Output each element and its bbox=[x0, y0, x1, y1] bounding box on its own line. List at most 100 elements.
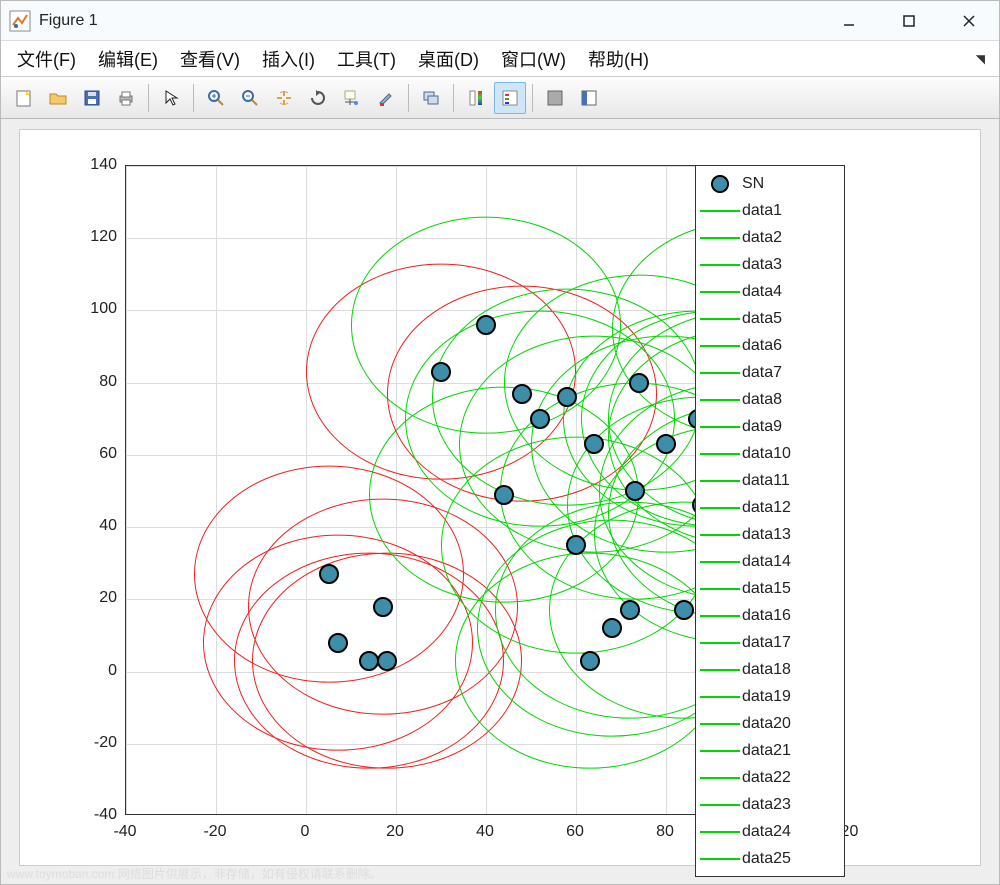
colorbar-button[interactable] bbox=[460, 82, 492, 114]
legend[interactable]: SN data1data2data3data4data5data6 data7 da… bbox=[695, 165, 845, 877]
line-swatch-icon bbox=[700, 804, 740, 806]
legend-entry[interactable]: data17 bbox=[698, 629, 842, 656]
sn-node[interactable] bbox=[377, 651, 397, 671]
legend-label: data16 bbox=[742, 607, 791, 625]
sn-node[interactable] bbox=[328, 633, 348, 653]
sn-node[interactable] bbox=[373, 597, 393, 617]
legend-entry[interactable]: data19 bbox=[698, 683, 842, 710]
toolbar-separator bbox=[453, 84, 454, 112]
brush-button[interactable] bbox=[370, 82, 402, 114]
legend-entry[interactable]: data25 bbox=[698, 845, 842, 872]
edit-plot-button[interactable] bbox=[155, 82, 187, 114]
legend-entry[interactable]: data23 bbox=[698, 791, 842, 818]
legend-entry[interactable]: data14 bbox=[698, 548, 842, 575]
hide-plot-tools-button[interactable] bbox=[539, 82, 571, 114]
y-tick-label: 140 bbox=[57, 156, 117, 174]
legend-entry[interactable]: data24 bbox=[698, 818, 842, 845]
sn-node[interactable] bbox=[431, 362, 451, 382]
legend-entry[interactable]: data8 bbox=[698, 386, 842, 413]
x-tick-label: 20 bbox=[370, 823, 420, 841]
sn-node[interactable] bbox=[602, 618, 622, 638]
sn-node[interactable] bbox=[620, 600, 640, 620]
line-swatch-icon bbox=[700, 561, 740, 563]
legend-entry[interactable]: data18 bbox=[698, 656, 842, 683]
maximize-button[interactable] bbox=[879, 1, 939, 41]
menu-file[interactable]: 文件(F) bbox=[9, 43, 84, 75]
legend-entry-sn[interactable]: SN bbox=[698, 170, 842, 197]
line-swatch-icon bbox=[700, 399, 740, 401]
legend-label: data17 bbox=[742, 634, 791, 652]
save-button[interactable] bbox=[76, 82, 108, 114]
plot-area: -40-20020406080100120140 -40-20020406080… bbox=[1, 119, 999, 884]
legend-entry[interactable]: data13 bbox=[698, 521, 842, 548]
zoom-in-button[interactable] bbox=[200, 82, 232, 114]
legend-entry[interactable]: data7 bbox=[698, 359, 842, 386]
sn-node[interactable] bbox=[557, 387, 577, 407]
sn-node[interactable] bbox=[584, 434, 604, 454]
menu-view[interactable]: 查看(V) bbox=[172, 43, 248, 75]
sn-node[interactable] bbox=[319, 564, 339, 584]
legend-entry[interactable]: data4 bbox=[698, 278, 842, 305]
legend-label: data9 bbox=[742, 418, 782, 436]
menu-tools[interactable]: 工具(T) bbox=[329, 43, 404, 75]
menu-insert[interactable]: 插入(I) bbox=[254, 43, 323, 75]
sn-node[interactable] bbox=[476, 315, 496, 335]
legend-entry[interactable]: data6 bbox=[698, 332, 842, 359]
menu-window[interactable]: 窗口(W) bbox=[493, 43, 574, 75]
sn-node[interactable] bbox=[629, 373, 649, 393]
legend-label: data7 bbox=[742, 364, 782, 382]
menu-help[interactable]: 帮助(H) bbox=[580, 43, 657, 75]
x-tick-label: 80 bbox=[640, 823, 690, 841]
zoom-out-button[interactable] bbox=[234, 82, 266, 114]
data-cursor-button[interactable] bbox=[336, 82, 368, 114]
axes-container: -40-20020406080100120140 -40-20020406080… bbox=[19, 129, 981, 866]
menu-edit[interactable]: 编辑(E) bbox=[90, 43, 166, 75]
legend-button[interactable] bbox=[494, 82, 526, 114]
legend-entry[interactable]: data10 bbox=[698, 440, 842, 467]
legend-entry[interactable]: data20 bbox=[698, 710, 842, 737]
legend-entry[interactable]: data1 bbox=[698, 197, 842, 224]
close-button[interactable] bbox=[939, 1, 999, 41]
legend-entry[interactable]: data12 bbox=[698, 494, 842, 521]
menubar: 文件(F) 编辑(E) 查看(V) 插入(I) 工具(T) 桌面(D) 窗口(W… bbox=[1, 41, 999, 77]
legend-label: data22 bbox=[742, 769, 791, 787]
legend-entry[interactable]: data21 bbox=[698, 737, 842, 764]
legend-entry[interactable]: data15 bbox=[698, 575, 842, 602]
minimize-button[interactable] bbox=[819, 1, 879, 41]
menu-desktop[interactable]: 桌面(D) bbox=[410, 43, 487, 75]
sn-node[interactable] bbox=[656, 434, 676, 454]
sn-node[interactable] bbox=[625, 481, 645, 501]
sn-node[interactable] bbox=[512, 384, 532, 404]
y-tick-label: -20 bbox=[57, 734, 117, 752]
sn-node[interactable] bbox=[494, 485, 514, 505]
rotate-button[interactable] bbox=[302, 82, 334, 114]
legend-entry[interactable]: data16 bbox=[698, 602, 842, 629]
pan-button[interactable] bbox=[268, 82, 300, 114]
legend-label: data18 bbox=[742, 661, 791, 679]
show-plot-tools-button[interactable] bbox=[573, 82, 605, 114]
legend-entry[interactable]: data3 bbox=[698, 251, 842, 278]
axes[interactable]: -40-20020406080100120140 -40-20020406080… bbox=[125, 165, 845, 815]
figure-window: Figure 1 文件(F) 编辑(E) 查看(V) 插入(I) 工具(T) 桌… bbox=[0, 0, 1000, 885]
link-button[interactable] bbox=[415, 82, 447, 114]
legend-entry[interactable]: data11 bbox=[698, 467, 842, 494]
legend-label: SN bbox=[742, 175, 764, 193]
line-swatch-icon bbox=[700, 372, 740, 374]
legend-entry[interactable]: data22 bbox=[698, 764, 842, 791]
line-swatch-icon bbox=[700, 507, 740, 509]
sn-node[interactable] bbox=[530, 409, 550, 429]
legend-entry[interactable]: data2 bbox=[698, 224, 842, 251]
legend-label: data21 bbox=[742, 742, 791, 760]
legend-entry[interactable]: data9 bbox=[698, 413, 842, 440]
line-swatch-icon bbox=[700, 345, 740, 347]
sn-node[interactable] bbox=[359, 651, 379, 671]
open-button[interactable] bbox=[42, 82, 74, 114]
legend-entry[interactable]: data5 bbox=[698, 305, 842, 332]
sn-node[interactable] bbox=[674, 600, 694, 620]
sn-node[interactable] bbox=[580, 651, 600, 671]
menubar-overflow-icon[interactable]: ◥ bbox=[976, 52, 991, 66]
legend-label: data24 bbox=[742, 823, 791, 841]
sn-node[interactable] bbox=[566, 535, 586, 555]
print-button[interactable] bbox=[110, 82, 142, 114]
new-figure-button[interactable] bbox=[8, 82, 40, 114]
